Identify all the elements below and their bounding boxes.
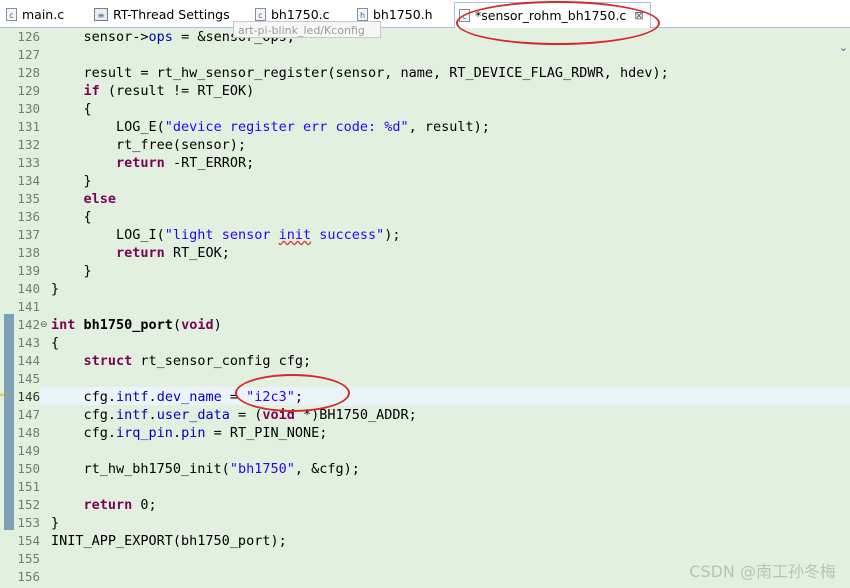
line-number: 143 xyxy=(17,335,40,350)
code-line: cfg.irq_pin.pin = RT_PIN_NONE; xyxy=(51,425,328,441)
line-number: 150 xyxy=(17,461,40,476)
line-number: 154 xyxy=(17,533,40,548)
fold-range-marker xyxy=(4,314,14,530)
code-line: return 0; xyxy=(83,497,157,513)
tab-label: bh1750.c xyxy=(271,6,330,22)
line-number: 136 xyxy=(17,209,40,224)
code-line: int bh1750_port(void) xyxy=(51,317,222,333)
line-number: 146 xyxy=(17,389,40,404)
line-number: 148 xyxy=(17,425,40,440)
line-number: 137 xyxy=(17,227,40,242)
code-line: { xyxy=(51,335,60,351)
line-number: 139 xyxy=(17,263,40,278)
code-line: rt_free(sensor); xyxy=(51,137,247,153)
annotation-ellipse-tab xyxy=(456,1,660,45)
line-number: 133 xyxy=(17,155,40,170)
code-line: { xyxy=(51,101,92,117)
code-line: return RT_EOK; xyxy=(116,245,230,261)
line-number: 134 xyxy=(17,173,40,188)
code-line: } xyxy=(51,515,60,531)
code-line: cfg.intf.user_data = (void *)BH1750_ADDR… xyxy=(51,407,417,423)
watermark: CSDN @南工孙冬梅 xyxy=(689,562,836,581)
tooltip: art-pi-blink_led/Kconfig xyxy=(233,21,381,38)
line-number: 132 xyxy=(17,137,40,152)
code-line: LOG_E("device register err code: %d", re… xyxy=(51,119,490,135)
line-number: 151 xyxy=(17,479,40,494)
line-number: 155 xyxy=(17,551,40,566)
tab-label: RT-Thread Settings xyxy=(113,6,230,22)
collapse-icon[interactable]: ⊖ xyxy=(40,320,48,329)
code-line: struct rt_sensor_config cfg; xyxy=(83,353,312,369)
code-line: result = rt_hw_sensor_register(sensor, n… xyxy=(51,65,669,81)
tab-label: bh1750.h xyxy=(373,6,433,22)
code-line: if (result != RT_EOK) xyxy=(83,83,255,99)
line-number: 142 xyxy=(17,317,40,332)
code-line: } xyxy=(51,281,60,297)
line-number: 128 xyxy=(17,65,40,80)
line-number: 138 xyxy=(17,245,40,260)
line-number: 129 xyxy=(17,83,40,98)
line-number: 149 xyxy=(17,443,40,458)
editor-tab-bar: c main.c ≡ RT-Thread Settings c bh1750.c… xyxy=(0,0,850,28)
line-number: 140 xyxy=(17,281,40,296)
warning-marker-icon: ⇨ xyxy=(0,390,9,401)
tab-rt-thread-settings[interactable]: ≡ RT-Thread Settings xyxy=(94,3,230,25)
code-line: INIT_APP_EXPORT(bh1750_port); xyxy=(51,533,287,549)
line-number: 152 xyxy=(17,497,40,512)
tab-label: main.c xyxy=(22,6,65,22)
line-number: 156 xyxy=(17,569,40,584)
line-number: 126 xyxy=(17,29,40,44)
code-editor[interactable]: ⇨ ⊖ ⌄ 126 127 128 129 130 131 132 133 134 135 136 1… xyxy=(0,28,850,588)
line-number: 144 xyxy=(17,353,40,368)
code-line: else xyxy=(83,191,117,207)
code-line: LOG_I("light sensor init success"); xyxy=(51,227,401,243)
code-line: } xyxy=(51,263,92,279)
c-file-icon: c xyxy=(6,7,17,21)
line-number: 135 xyxy=(17,191,40,206)
line-number: 130 xyxy=(17,101,40,116)
annotation-ellipse-i2c3 xyxy=(235,374,350,412)
code-line: } xyxy=(51,173,92,189)
tab-main-c[interactable]: c main.c xyxy=(6,3,64,25)
line-number: 131 xyxy=(17,119,40,134)
code-line: rt_hw_bh1750_init("bh1750", &cfg); xyxy=(51,461,360,477)
code-line: { xyxy=(51,209,92,225)
h-file-icon: h xyxy=(357,7,368,21)
line-number: 145 xyxy=(17,371,40,386)
line-number: 153 xyxy=(17,515,40,530)
code-line: return -RT_ERROR; xyxy=(116,155,255,171)
settings-file-icon: ≡ xyxy=(94,7,108,21)
line-number: 147 xyxy=(17,407,40,422)
line-number: 141 xyxy=(17,299,40,314)
line-number: 127 xyxy=(17,47,40,62)
chevron-down-icon[interactable]: ⌄ xyxy=(839,41,848,54)
c-file-icon: c xyxy=(255,7,266,21)
